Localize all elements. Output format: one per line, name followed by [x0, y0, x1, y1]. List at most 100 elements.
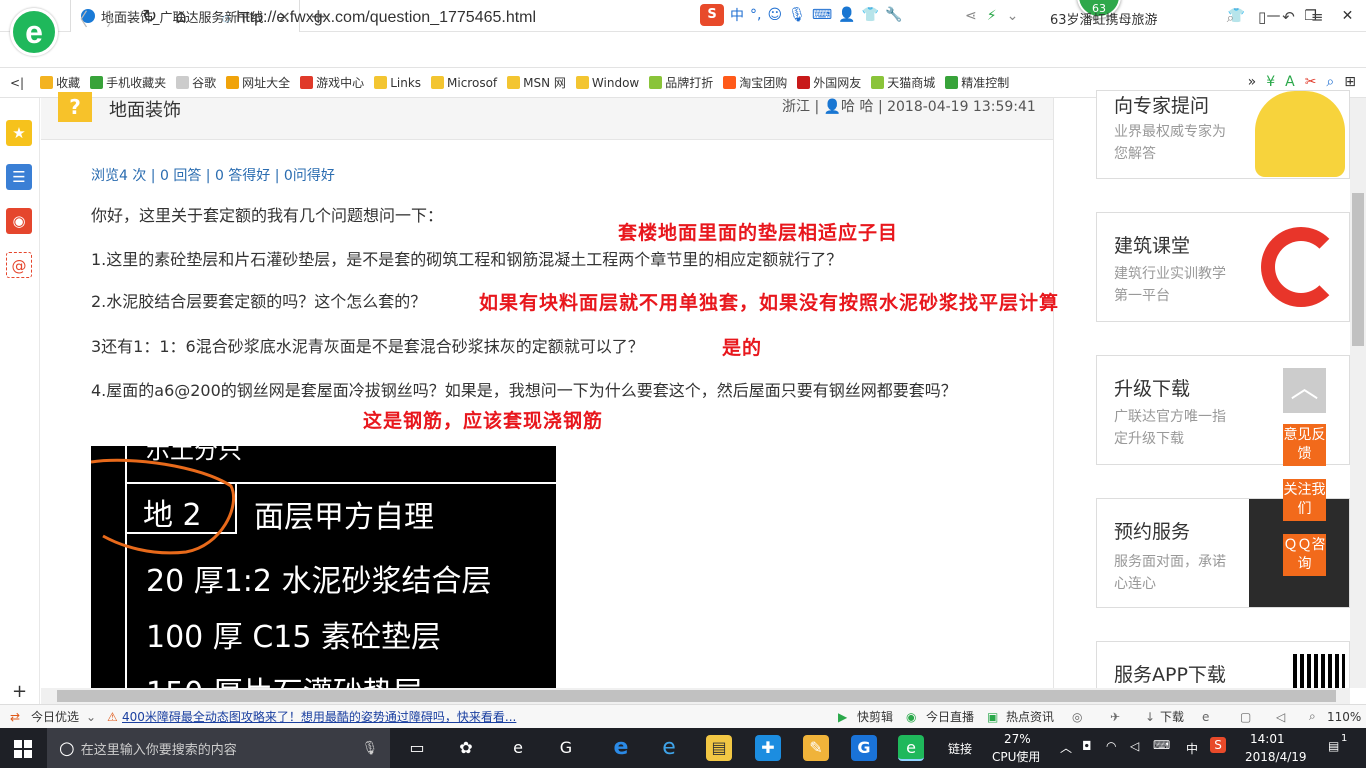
bookmark-item[interactable]: 谷歌: [176, 74, 216, 91]
more-bookmarks-icon[interactable]: »: [1248, 74, 1257, 90]
ie-icon[interactable]: e: [656, 735, 682, 761]
microphone-icon[interactable]: 🎙: [361, 741, 378, 756]
menu-icon[interactable]: ≡: [1311, 8, 1324, 26]
today-pick[interactable]: 今日优选: [31, 708, 79, 725]
phone-icon[interactable]: ▯: [1258, 8, 1266, 26]
forward-icon[interactable]: 〉: [106, 6, 124, 32]
windows-start-icon[interactable]: [14, 740, 32, 758]
bookmark-item[interactable]: 游戏中心: [300, 74, 364, 91]
card-building-class[interactable]: 建筑课堂 建筑行业实训教学第一平台: [1096, 212, 1350, 322]
weibo-icon[interactable]: ◉: [6, 208, 32, 234]
live-link[interactable]: 今日直播: [926, 708, 974, 725]
quick-cut-link[interactable]: 快剪辑: [857, 708, 893, 725]
annotation: 如果有块料面层就不用单独套，如果没有按照水泥砂浆找平层计算: [479, 292, 1060, 314]
edge-icon[interactable]: e: [608, 735, 634, 761]
tray-app-icon[interactable]: ◘: [1082, 739, 1092, 753]
news-link[interactable]: 400米障碍最全动态图攻略来了！想用最酷的姿势通过障碍吗，快来看看...: [122, 708, 516, 725]
feedback-button[interactable]: 意见反馈: [1283, 424, 1326, 466]
bookmark-item[interactable]: Window: [575, 76, 639, 90]
swirl-icon[interactable]: G: [553, 735, 579, 761]
url-field[interactable]: ◌ http://e.fwxgx.com/question_1775465.ht…: [222, 4, 1022, 32]
add-sidebar-icon[interactable]: +: [12, 681, 27, 702]
back-to-top-button[interactable]: ︿: [1283, 368, 1326, 413]
annotation: 套楼地面里面的垫层相适应子目: [618, 222, 899, 244]
scissors-icon[interactable]: ✂: [1305, 74, 1317, 90]
sound-icon[interactable]: ◁: [1276, 710, 1285, 724]
bookmark-item[interactable]: 天猫商城: [871, 74, 935, 91]
zoom-level[interactable]: 110%: [1327, 710, 1361, 724]
question-paragraph: 3还有1：1：6混合砂浆底水泥青灰面是不是套混合砂浆抹灰的定额就可以了？: [91, 337, 644, 356]
share-icon[interactable]: ⋖: [965, 8, 977, 24]
file-explorer-icon[interactable]: ▤: [706, 735, 732, 761]
search-icon[interactable]: ⌕: [1227, 11, 1234, 26]
undo-icon[interactable]: ↶: [1282, 8, 1295, 26]
window-icon[interactable]: ▢: [1240, 710, 1251, 724]
follow-us-button[interactable]: 关注我们: [1283, 479, 1326, 521]
search-input[interactable]: 63岁潘虹携母旅游 ⌕: [1040, 4, 1240, 32]
translate-icon[interactable]: A: [1285, 74, 1295, 90]
status-bar: ⇄ 今日优选 ⌄ ⚠ 400米障碍最全动态图攻略来了！想用最酷的姿势通过障碍吗，…: [0, 704, 1366, 728]
qq-consult-button[interactable]: ＱＱ咨询: [1283, 534, 1326, 576]
grid-icon[interactable]: ⊞: [1344, 74, 1356, 90]
question-stats[interactable]: 浏览4 次 | 0 回答 | 0 答得好 | 0问得好: [91, 165, 335, 185]
bookmark-item[interactable]: 收藏: [40, 74, 80, 91]
task-view-icon[interactable]: ▭: [404, 735, 430, 761]
bookmark-item[interactable]: 外国网友: [797, 74, 861, 91]
zoom-icon[interactable]: ⌕: [1309, 709, 1316, 724]
fan-icon[interactable]: ✿: [453, 735, 479, 761]
refresh-icon[interactable]: ↻: [142, 6, 157, 32]
ime-indicator[interactable]: 中: [1186, 740, 1198, 757]
bookmark-item[interactable]: MSN 网: [507, 74, 566, 91]
bookmark-label: Microsof: [447, 75, 498, 90]
home-icon[interactable]: ⌂: [175, 6, 186, 32]
list-icon[interactable]: ☰: [6, 164, 32, 190]
glodon-icon[interactable]: G: [851, 735, 877, 761]
ie-icon[interactable]: e: [1202, 710, 1209, 724]
notification-icon[interactable]: ▤: [1328, 739, 1339, 753]
active-browser-icon[interactable]: e: [898, 735, 924, 761]
clock-date[interactable]: 2018/4/19: [1245, 750, 1307, 764]
back-icon[interactable]: 〈: [70, 6, 88, 32]
pin-icon[interactable]: ✈: [1110, 710, 1120, 724]
bookmark-item[interactable]: 精准控制: [945, 74, 1009, 91]
chevron-down-icon[interactable]: ⌄: [86, 710, 96, 724]
bookmark-icon: [723, 76, 737, 89]
chevron-down-icon[interactable]: ⌄: [1007, 8, 1019, 24]
bookmark-item[interactable]: 品牌打折: [649, 74, 713, 91]
magnifier-icon[interactable]: ⌕: [1326, 74, 1334, 90]
bookmark-item[interactable]: 手机收藏夹: [90, 74, 166, 91]
notes-icon[interactable]: ✎: [803, 735, 829, 761]
bookmark-item[interactable]: Microsof: [431, 76, 497, 90]
bookmarks-collapse-icon[interactable]: <|: [10, 76, 24, 90]
volume-icon[interactable]: ◁: [1130, 739, 1139, 753]
horizontal-scroll-thumb[interactable]: [57, 690, 1336, 702]
close-button[interactable]: ✕: [1329, 0, 1366, 32]
vertical-scrollbar[interactable]: [1350, 98, 1366, 688]
bookmark-item[interactable]: 淘宝团购: [723, 74, 787, 91]
browser-logo-icon[interactable]: e: [10, 8, 58, 56]
wifi-icon[interactable]: ◠: [1106, 739, 1116, 753]
hot-news-link[interactable]: 热点资讯: [1006, 708, 1054, 725]
keyboard-icon[interactable]: ⌨: [1153, 738, 1170, 752]
bookmark-icon: [507, 76, 521, 89]
link-label[interactable]: 链接: [948, 740, 972, 757]
sogou-tray-icon[interactable]: S: [1210, 737, 1226, 753]
mail-icon[interactable]: @: [6, 252, 32, 278]
lightning-icon[interactable]: ⚡: [987, 8, 997, 24]
download-link[interactable]: 下载: [1160, 708, 1184, 725]
bookmark-item[interactable]: 网址大全: [226, 74, 290, 91]
card-title: 升级下载: [1114, 378, 1191, 400]
bookmark-icon: [431, 76, 445, 89]
favorites-icon[interactable]: ★: [6, 120, 32, 146]
vertical-scroll-thumb[interactable]: [1352, 193, 1364, 346]
app-plus-icon[interactable]: ✚: [755, 735, 781, 761]
taskbar-search-input[interactable]: ○ 在这里输入你要搜索的内容 🎙: [47, 728, 390, 768]
tray-chevron-icon[interactable]: ︿: [1060, 739, 1072, 756]
browser-e-icon[interactable]: e: [505, 735, 531, 761]
money-icon[interactable]: ¥: [1266, 74, 1275, 90]
bookmark-item[interactable]: Links: [374, 76, 421, 90]
clock-time[interactable]: 14:01: [1250, 732, 1285, 746]
taskbar-search-placeholder: 在这里输入你要搜索的内容: [80, 742, 237, 758]
card-ask-expert[interactable]: 向专家提问 业界最权威专家为您解答: [1096, 90, 1350, 179]
speed-icon[interactable]: ◎: [1072, 710, 1082, 724]
